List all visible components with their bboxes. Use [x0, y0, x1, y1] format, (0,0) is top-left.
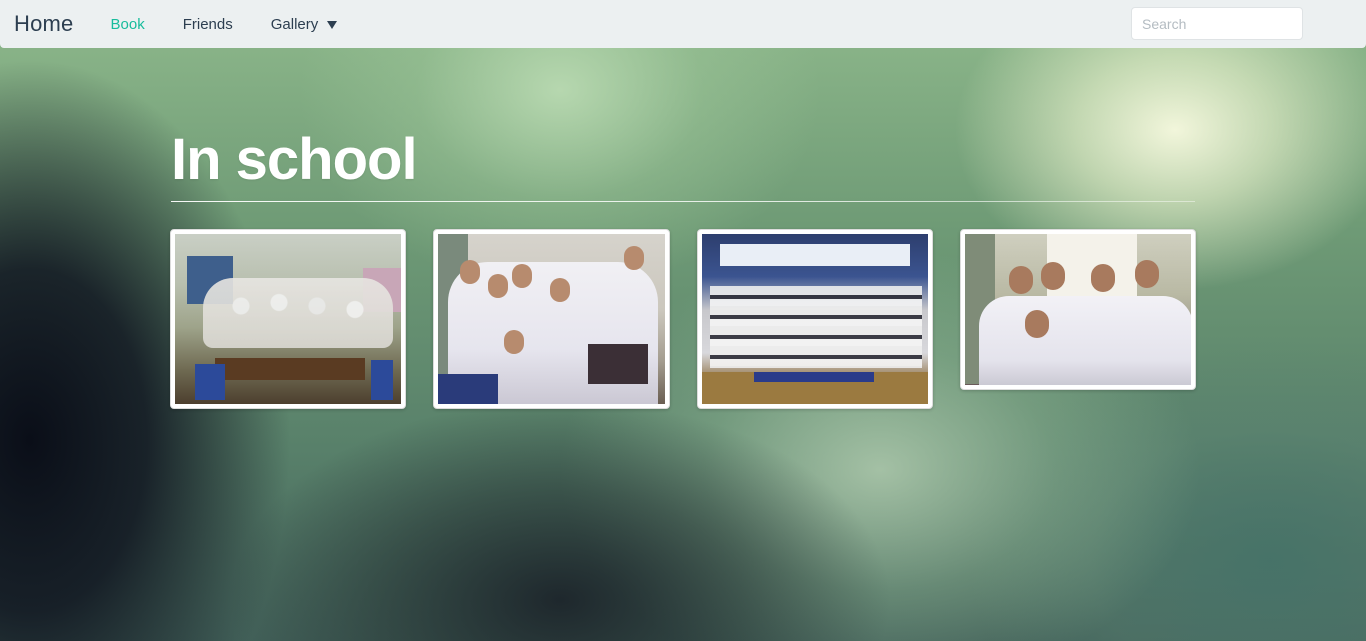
navbar: Home Book Friends Gallery: [0, 0, 1366, 48]
nav-link-gallery-label: Gallery: [270, 15, 319, 33]
page-title: In school: [171, 127, 418, 192]
classroom-group-photo: [175, 234, 401, 404]
gallery-thumbnail-2[interactable]: [433, 229, 670, 409]
desk: [215, 358, 365, 380]
face: [1091, 264, 1115, 292]
gallery-thumbnail-1[interactable]: [170, 229, 406, 409]
student-legs: [371, 360, 393, 400]
photo-caption: [754, 372, 874, 382]
nav-link-friends[interactable]: Friends: [183, 16, 233, 33]
table: [588, 344, 648, 384]
face: [460, 260, 480, 284]
face: [504, 330, 524, 354]
face: [1025, 310, 1049, 338]
home-brand-link[interactable]: Home: [14, 11, 74, 37]
friends-indoor-photo: [438, 234, 665, 404]
face: [624, 246, 644, 270]
search-input[interactable]: [1131, 7, 1303, 40]
caret-down-icon: [327, 21, 338, 29]
title-divider: [171, 201, 1195, 202]
students-group: [203, 278, 393, 348]
nav-link-book[interactable]: Book: [111, 16, 145, 33]
face: [550, 278, 570, 302]
face: [1041, 262, 1065, 290]
students-group: [979, 296, 1191, 385]
face: [1135, 260, 1159, 288]
stadium-group-photo: [702, 234, 928, 404]
face: [1009, 266, 1033, 294]
students-rows: [710, 286, 922, 368]
gallery-thumbnail-3[interactable]: [697, 229, 933, 409]
face: [512, 264, 532, 288]
four-friends-photo: [965, 234, 1191, 385]
student-legs: [195, 364, 225, 400]
gallery-thumbnail-4[interactable]: [960, 229, 1196, 390]
nav-link-gallery[interactable]: Gallery: [271, 16, 338, 33]
face: [488, 274, 508, 298]
banner: [720, 244, 910, 266]
student-pants: [438, 374, 498, 404]
